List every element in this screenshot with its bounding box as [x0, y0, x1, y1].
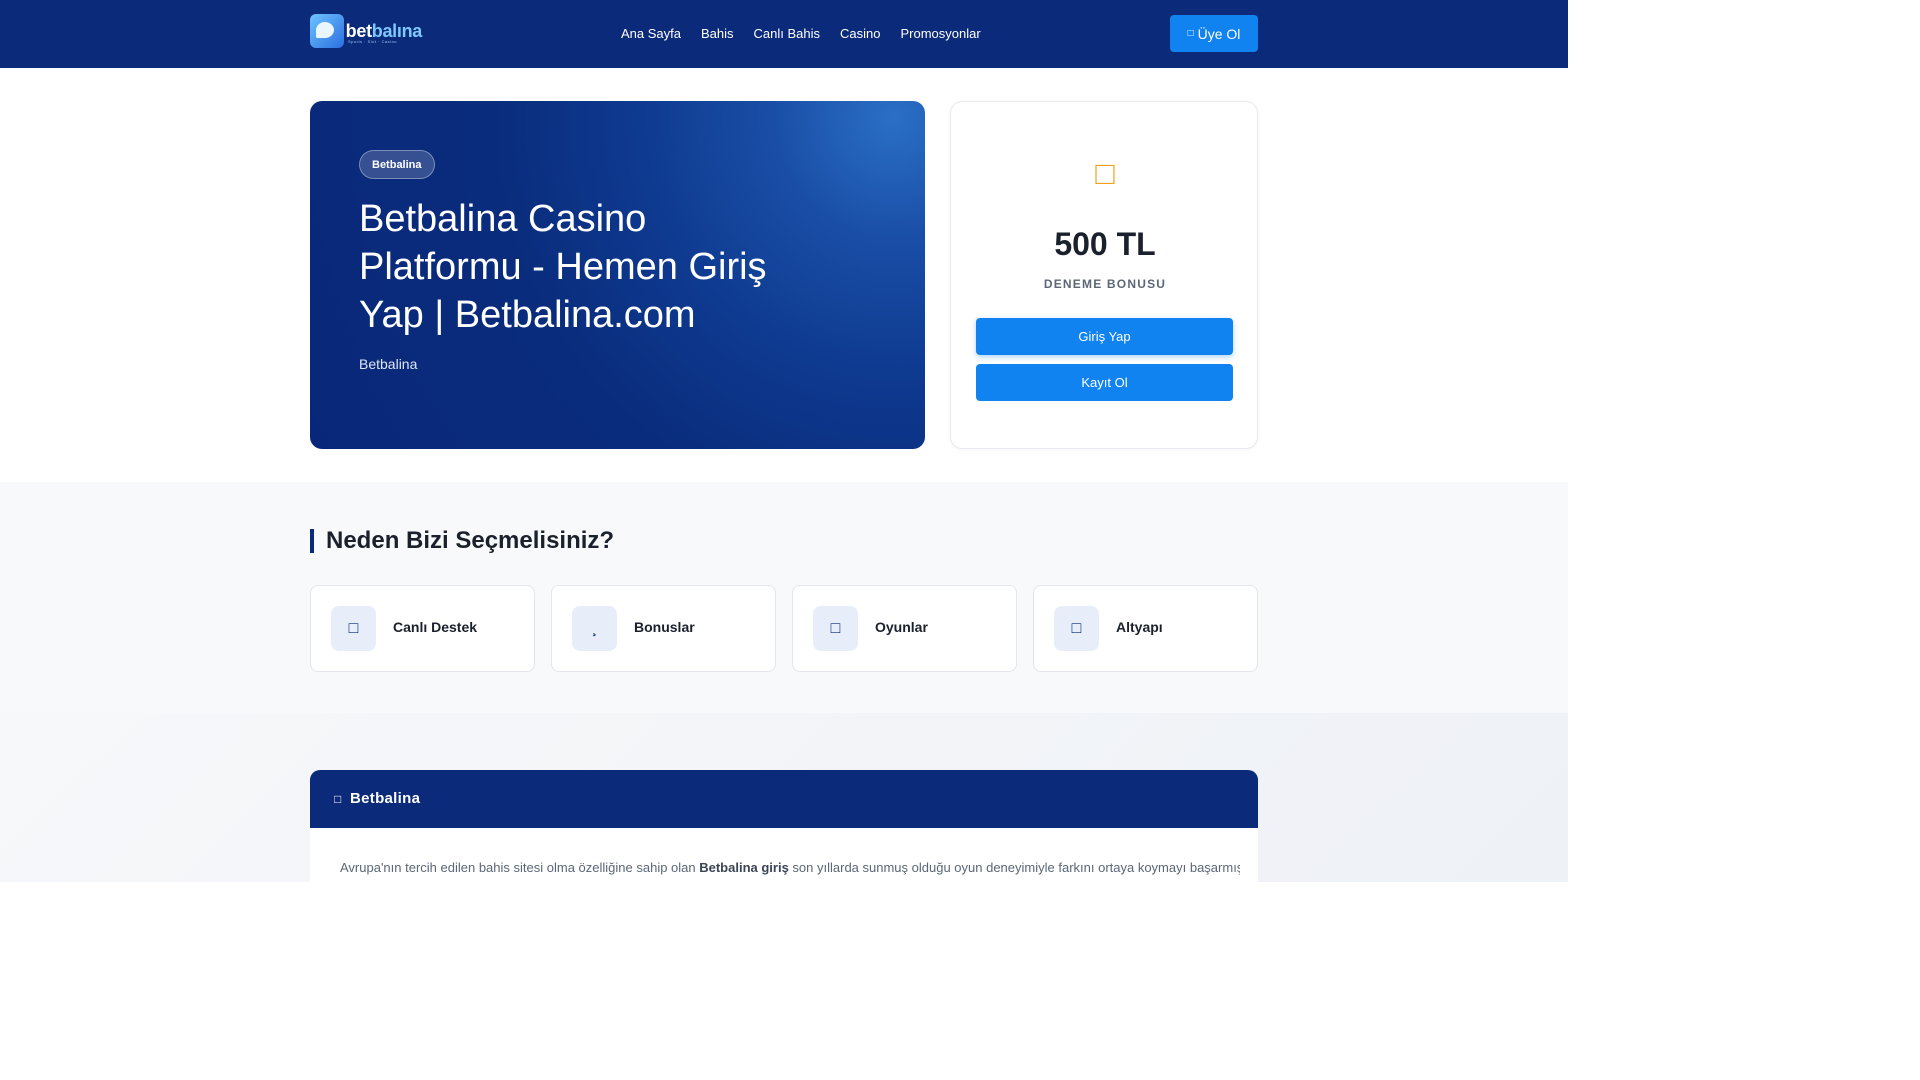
feature-label: Canlı Destek [393, 619, 478, 635]
info-icon: □ [334, 792, 342, 806]
user-plus-icon: □ [1187, 28, 1194, 39]
article-paragraph: Avrupa'nın tercih edilen bahis sitesi ol… [340, 860, 1240, 875]
feature-card-bonuslar[interactable]: ¸ Bonuslar [551, 585, 776, 672]
feature-label: Altyapı [1116, 619, 1163, 635]
nav-ana-sayfa[interactable]: Ana Sayfa [621, 26, 681, 42]
logo-tagline: Sports · Slot · Casino [348, 39, 398, 44]
bonus-amount: 500 TL [1054, 226, 1156, 262]
feature-card-oyunlar[interactable]: □ Oyunlar [792, 585, 1017, 672]
hero-title: Betbalina Casino Platformu - Hemen Giriş… [359, 198, 767, 336]
nav-canli-bahis[interactable]: Canlı Bahis [754, 26, 820, 42]
bonus-label: DENEME BONUSU [1043, 277, 1167, 291]
feature-card-canli-destek[interactable]: □ Canlı Destek [310, 585, 535, 672]
article-header: □ Betbalina [310, 770, 1258, 828]
article-title: Betbalina [350, 790, 421, 807]
nav-casino[interactable]: Casino [840, 26, 880, 42]
login-button[interactable]: Giriş Yap [976, 318, 1233, 355]
register-button[interactable]: Kayıt Ol [976, 364, 1233, 401]
hero-banner: Betbalina Betbalina Casino Platformu - H… [310, 101, 925, 449]
site-header: betbalına Sports · Slot · Casino Ana Say… [0, 0, 1568, 68]
article-body: Avrupa'nın tercih edilen bahis sitesi ol… [310, 828, 1258, 882]
site-logo[interactable]: betbalına Sports · Slot · Casino [310, 12, 422, 50]
signup-button[interactable]: □ Üye Ol [1170, 15, 1258, 52]
nav-promosyonlar[interactable]: Promosyonlar [900, 26, 980, 42]
hero-subtitle: Betbalina [359, 356, 418, 372]
server-icon: □ [1054, 606, 1099, 651]
headset-icon: □ [331, 606, 376, 651]
whale-logo-icon [310, 14, 344, 48]
feature-card-altyapi[interactable]: □ Altyapı [1033, 585, 1258, 672]
bonus-card: □ 500 TL DENEME BONUSU Giriş Yap Kayıt O… [950, 101, 1258, 449]
nav-bahis[interactable]: Bahis [701, 26, 734, 42]
feature-label: Oyunlar [875, 619, 928, 635]
why-section-title: Neden Bizi Seçmelisiniz? [310, 529, 614, 553]
logo-wordmark: betbalına [345, 21, 423, 41]
signup-button-label: Üye Ol [1197, 25, 1241, 42]
feature-label: Bonuslar [634, 619, 695, 635]
hero-badge: Betbalina [359, 150, 435, 179]
gift-icon: □ [1095, 155, 1115, 191]
gift-icon: ¸ [572, 606, 617, 651]
main-nav: Ana Sayfa Bahis Canlı Bahis Casino Promo… [621, 26, 1001, 42]
article-link-betbalina-giris[interactable]: Betbalina giriş [699, 860, 789, 875]
gamepad-icon: □ [813, 606, 858, 651]
why-section [0, 482, 1568, 713]
